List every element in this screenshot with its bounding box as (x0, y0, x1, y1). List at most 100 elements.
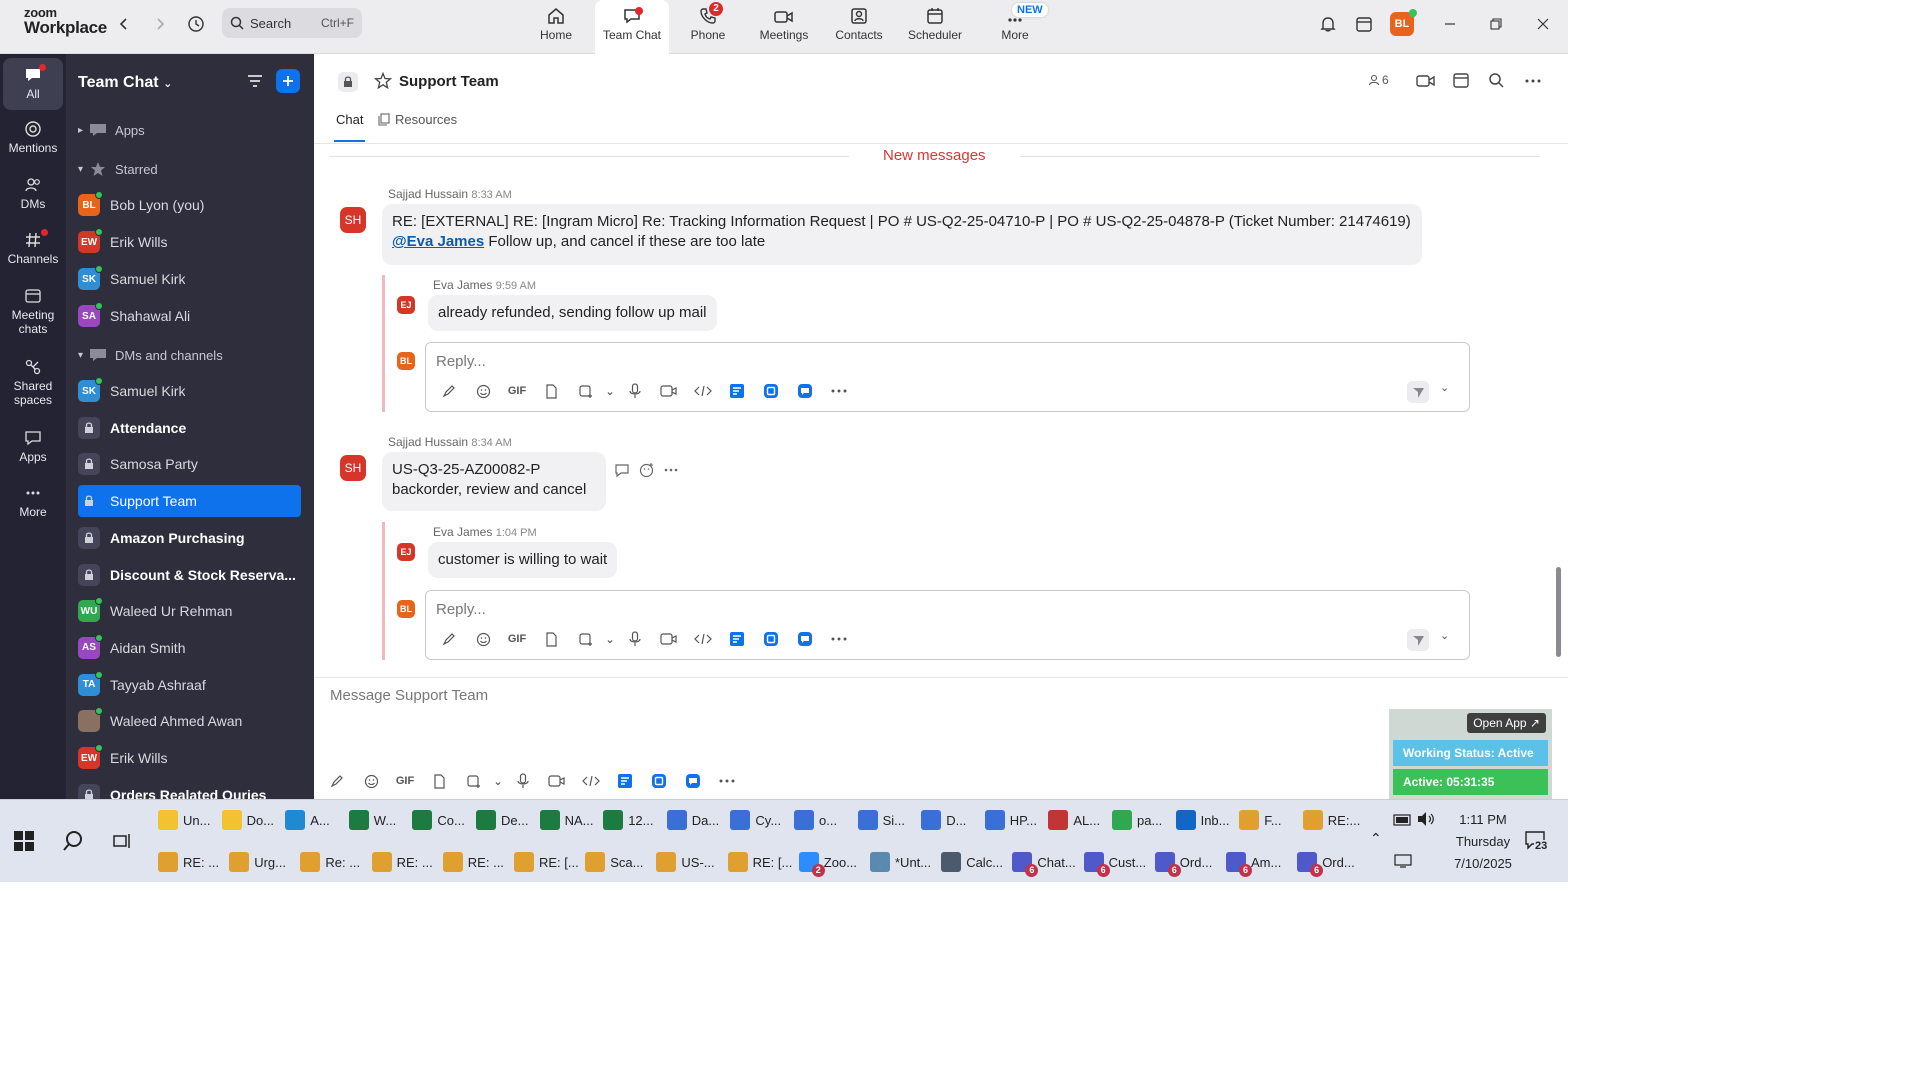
app-button-3[interactable] (788, 380, 822, 402)
tab-phone[interactable]: 2 Phone (671, 0, 745, 54)
reply-avatar[interactable]: EJ (397, 296, 415, 314)
emoji-button[interactable] (466, 380, 500, 402)
mention-link[interactable]: @Eva James (392, 233, 484, 250)
notification-center-button[interactable]: 23 (1524, 830, 1549, 855)
taskbar-window[interactable]: Sca... (585, 844, 643, 880)
sidebar-contact-item[interactable]: BL Bob Lyon (you) (78, 189, 301, 221)
sidebar-contact-item[interactable]: SA Shahawal Ali (78, 300, 301, 332)
new-chat-button[interactable] (276, 69, 300, 93)
code-button[interactable] (686, 628, 720, 650)
sidebar-channel-item[interactable]: Samosa Party (78, 448, 301, 480)
close-button[interactable] (1531, 12, 1555, 36)
sidebar-channel-item[interactable]: Attendance (78, 412, 301, 444)
taskbar-window[interactable]: Do... (221, 802, 274, 838)
taskbar-window[interactable]: HP... (984, 802, 1037, 838)
minimize-button[interactable] (1438, 12, 1462, 36)
schedule-button[interactable] (1452, 71, 1470, 94)
taskbar-window[interactable]: Cy... (730, 802, 781, 838)
section-starred[interactable]: ▾ Starred (78, 157, 158, 181)
app-button-2[interactable] (754, 628, 788, 650)
rail-all[interactable]: All (3, 58, 63, 110)
calendar-button[interactable] (1352, 12, 1376, 36)
taskbar-window[interactable]: Urg... (229, 844, 286, 880)
search-box[interactable]: Search Ctrl+F (222, 8, 362, 38)
channel-options-button[interactable] (1524, 72, 1542, 95)
video-message-button[interactable] (652, 628, 686, 650)
app-button-1[interactable] (608, 770, 642, 792)
reply-box[interactable]: Reply... GIF ⌄ ⌄ (425, 342, 1470, 412)
app-button-3[interactable] (788, 628, 822, 650)
sidebar-contact-item[interactable]: WU Waleed Ur Rehman (78, 595, 301, 627)
add-reaction-button[interactable] (639, 462, 655, 483)
taskbar-window[interactable]: RE: [... (514, 844, 579, 880)
sidebar-channel-item[interactable]: Amazon Purchasing (78, 522, 301, 554)
sidebar-contact-item[interactable]: EW Erik Wills (78, 226, 301, 258)
app-button-1[interactable] (720, 380, 754, 402)
section-dms[interactable]: ▾ DMs and channels (78, 343, 223, 367)
rail-shared-spaces[interactable]: Shared spaces (3, 358, 63, 418)
taskbar-window[interactable]: 6 Chat... (1012, 844, 1076, 880)
tab-scheduler[interactable]: Scheduler (898, 0, 972, 54)
tray-overflow-chevron-icon[interactable]: ⌃ (1370, 830, 1382, 847)
format-button[interactable] (320, 770, 354, 792)
taskbar-window[interactable]: 6 Cust... (1083, 844, 1146, 880)
video-message-button[interactable] (540, 770, 574, 792)
forward-button[interactable] (148, 12, 172, 36)
sidebar-contact-item[interactable]: SK Samuel Kirk (78, 263, 301, 295)
emoji-button[interactable] (466, 628, 500, 650)
sidebar-contact-item[interactable]: AS Aidan Smith (78, 632, 301, 664)
rail-mentions[interactable]: Mentions (3, 120, 63, 170)
taskbar-window[interactable]: Da... (666, 802, 719, 838)
notifications-button[interactable] (1316, 12, 1340, 36)
rail-meeting-chats[interactable]: Meeting chats (3, 287, 63, 347)
audio-button[interactable] (618, 380, 652, 402)
filter-button[interactable] (246, 72, 264, 95)
taskbar-window[interactable]: D... (921, 802, 966, 838)
star-button[interactable] (373, 71, 393, 95)
audio-button[interactable] (506, 770, 540, 792)
compose-input[interactable]: Message Support Team (330, 687, 488, 704)
tab-team-chat[interactable]: Team Chat (595, 0, 669, 54)
taskbar-window[interactable]: RE: ... (442, 844, 504, 880)
sidebar-contact-item[interactable]: TA Tayyab Ashraaf (78, 669, 301, 701)
search-channel-button[interactable] (1488, 72, 1504, 93)
taskbar-window[interactable]: Co... (412, 802, 465, 838)
chevron-down-icon[interactable]: ⌄ (602, 628, 618, 650)
user-avatar-button[interactable]: BL (1389, 9, 1417, 36)
tab-contacts[interactable]: Contacts (822, 0, 896, 54)
taskbar-window[interactable]: RE:... (1302, 802, 1360, 838)
send-button[interactable] (1407, 629, 1429, 651)
scrollbar-thumb[interactable] (1556, 567, 1561, 657)
taskbar-clock[interactable]: 1:11 PM Thursday 7/10/2025 (1448, 809, 1518, 875)
code-button[interactable] (686, 380, 720, 402)
reply-in-thread-button[interactable] (614, 462, 630, 483)
format-button[interactable] (432, 380, 466, 402)
task-view-button[interactable] (112, 831, 132, 856)
back-button[interactable] (112, 12, 136, 36)
taskbar-window[interactable]: A... (285, 802, 330, 838)
code-button[interactable] (574, 770, 608, 792)
taskbar-window[interactable]: Calc... (941, 844, 1003, 880)
rail-dms[interactable]: DMs (3, 176, 63, 226)
sidebar-contact-item[interactable]: Waleed Ahmed Awan (78, 705, 301, 737)
rail-apps[interactable]: Apps (3, 429, 63, 479)
audio-button[interactable] (618, 628, 652, 650)
taskbar-window[interactable]: 6 Am... (1226, 844, 1281, 880)
taskbar-window[interactable]: RE: ... (158, 844, 219, 880)
app-button-1[interactable] (720, 628, 754, 650)
members-button[interactable]: 6 (1368, 73, 1389, 87)
taskbar-window[interactable]: 2 Zoo... (798, 844, 857, 880)
sidebar-channel-item[interactable]: Orders Realated Ouries (78, 779, 301, 799)
taskbar-window[interactable]: RE: ... (371, 844, 433, 880)
send-options-chevron-icon[interactable]: ⌄ (1440, 629, 1449, 642)
tab-home[interactable]: Home (519, 0, 593, 54)
taskbar-window[interactable]: pa... (1112, 802, 1162, 838)
taskbar-window[interactable]: 12... (603, 802, 653, 838)
taskbar-search-button[interactable] (62, 830, 84, 857)
taskbar-window[interactable]: Si... (857, 802, 905, 838)
more-tools-button[interactable] (710, 770, 744, 792)
format-button[interactable] (432, 628, 466, 650)
working-status[interactable]: Working Status: Active (1393, 740, 1548, 766)
attach-file-button[interactable] (534, 380, 568, 402)
reply-avatar[interactable]: EJ (397, 543, 415, 561)
